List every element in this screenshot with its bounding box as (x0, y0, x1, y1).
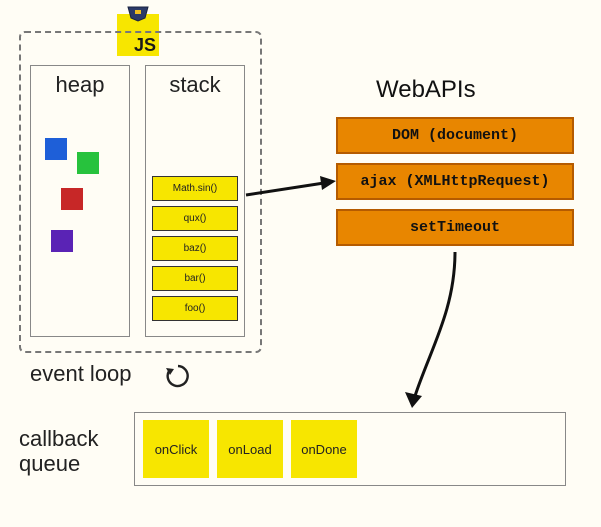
webapis-title: WebAPIs (376, 76, 476, 104)
stack-items: Math.sin() qux() baz() bar() foo() (152, 176, 238, 321)
callback-item: onLoad (217, 420, 283, 478)
callback-queue-label: callback queue (19, 426, 98, 477)
stack-frame: foo() (152, 296, 238, 321)
arrow-webapis-to-queue-icon (400, 250, 470, 410)
heap-object (77, 152, 99, 174)
webapi-item: setTimeout (336, 209, 574, 246)
loop-icon (164, 362, 192, 390)
callback-queue: onClickonLoadonDone (134, 412, 566, 486)
stack-frame: baz() (152, 236, 238, 261)
stack-column: stack Math.sin() qux() baz() bar() foo() (145, 65, 245, 337)
stack-frame: qux() (152, 206, 238, 231)
stack-title: stack (146, 64, 244, 98)
stack-frame: bar() (152, 266, 238, 291)
event-loop-label: event loop (30, 361, 132, 387)
webapi-item: ajax (XMLHttpRequest) (336, 163, 574, 200)
js-shield-icon (127, 6, 149, 22)
callback-label-2: queue (19, 451, 80, 476)
heap-title: heap (31, 64, 129, 98)
heap-object (45, 138, 67, 160)
callback-label-1: callback (19, 426, 98, 451)
webapi-item: DOM (document) (336, 117, 574, 154)
heap-column: heap (30, 65, 130, 337)
heap-object (51, 230, 73, 252)
stack-frame: Math.sin() (152, 176, 238, 201)
callback-item: onClick (143, 420, 209, 478)
callback-item: onDone (291, 420, 357, 478)
arrow-stack-to-webapis-icon (244, 175, 336, 205)
heap-object (61, 188, 83, 210)
webapi-list: DOM (document) ajax (XMLHttpRequest) setTi… (336, 117, 574, 246)
